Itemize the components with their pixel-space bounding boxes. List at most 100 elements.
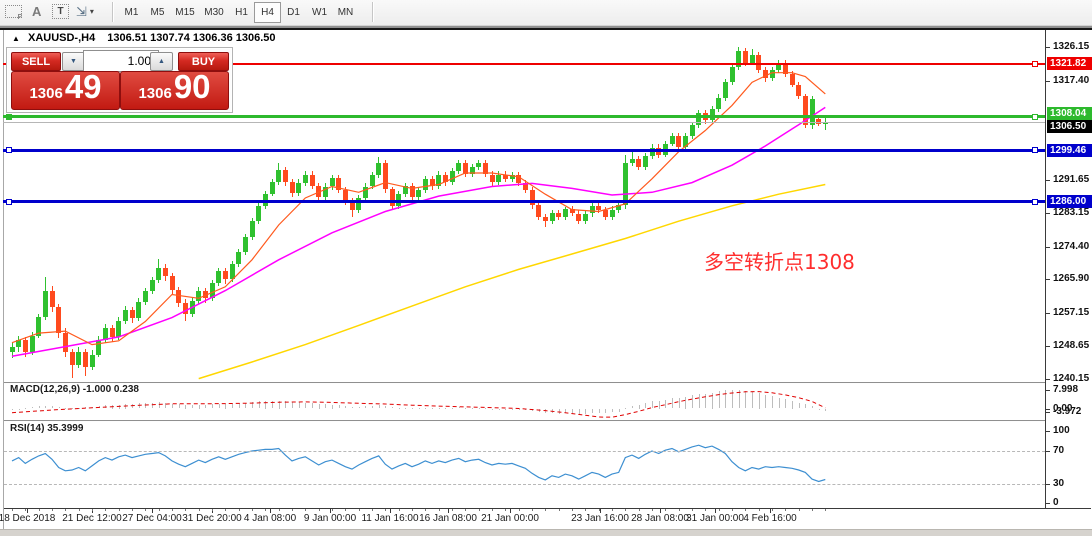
time-axis-minor-tick bbox=[119, 509, 120, 511]
candle-body bbox=[383, 163, 388, 189]
macd-histogram-bar bbox=[312, 403, 313, 408]
time-axis-minor-tick bbox=[185, 509, 186, 511]
axis-tick bbox=[1045, 180, 1050, 181]
macd-histogram-bar bbox=[145, 403, 146, 409]
macd-histogram-bar bbox=[179, 404, 180, 408]
candle-body bbox=[336, 178, 341, 189]
macd-histogram-bar bbox=[472, 408, 473, 409]
top-toolbar: F A T ⇲▾ M1 M5 M15 M30 H1 H4 D1 W1 MN bbox=[0, 0, 1092, 26]
horizontal-line-1299.46[interactable] bbox=[3, 149, 1045, 152]
volume-increase-button[interactable]: ▲ bbox=[150, 52, 173, 71]
timeframe-d1-button[interactable]: D1 bbox=[280, 2, 307, 23]
candle-body bbox=[70, 352, 75, 365]
candle-body bbox=[56, 307, 61, 333]
time-axis-minor-tick bbox=[465, 509, 466, 511]
candle-body bbox=[583, 214, 588, 221]
buy-price-display[interactable]: 1306 90 bbox=[120, 71, 229, 110]
text-label-icon[interactable]: T bbox=[52, 2, 69, 21]
candle-body bbox=[90, 355, 95, 368]
timeframe-w1-button[interactable]: W1 bbox=[306, 2, 333, 23]
candle-body bbox=[323, 187, 328, 198]
macd-histogram-bar bbox=[112, 405, 113, 409]
line-anchor-marker[interactable] bbox=[1032, 61, 1038, 67]
macd-histogram-bar bbox=[579, 409, 580, 415]
pane-separator-rsi[interactable] bbox=[4, 420, 1090, 422]
line-anchor-marker[interactable] bbox=[1032, 199, 1038, 205]
time-axis-minor-tick bbox=[39, 509, 40, 511]
candle-body bbox=[503, 175, 508, 179]
candle-body bbox=[676, 136, 681, 146]
line-anchor-marker[interactable] bbox=[1032, 147, 1038, 153]
chart-annotation-text[interactable]: 多空转折点1308 bbox=[704, 246, 855, 275]
horizontal-line-1306.5[interactable] bbox=[3, 122, 1045, 123]
macd-histogram-bar bbox=[419, 408, 420, 409]
macd-histogram-bar bbox=[332, 405, 333, 409]
time-axis-minor-tick bbox=[239, 509, 240, 511]
candle-body bbox=[130, 310, 135, 318]
candle-body bbox=[276, 170, 281, 182]
timeframe-m15-button[interactable]: M15 bbox=[170, 2, 200, 23]
macd-histogram-bar bbox=[425, 408, 426, 409]
macd-histogram-bar bbox=[92, 407, 93, 409]
draw-text-icon[interactable]: A bbox=[32, 2, 41, 21]
rsi-level-line bbox=[4, 484, 1045, 485]
candle-body bbox=[723, 82, 728, 97]
line-anchor-marker[interactable] bbox=[6, 114, 12, 120]
horizontal-line-1286[interactable] bbox=[3, 200, 1045, 203]
time-axis-line bbox=[4, 508, 1091, 509]
time-axis-minor-tick bbox=[545, 509, 546, 511]
axis-tick bbox=[1045, 279, 1050, 280]
price-axis-label: 1240.15 bbox=[1053, 373, 1089, 384]
candle-body bbox=[43, 291, 48, 317]
macd-histogram-bar bbox=[199, 405, 200, 409]
line-anchor-marker[interactable] bbox=[1032, 114, 1038, 120]
macd-histogram-bar bbox=[719, 391, 720, 408]
candle-body bbox=[10, 347, 15, 352]
macd-histogram-bar bbox=[619, 409, 620, 412]
macd-histogram-bar bbox=[272, 401, 273, 409]
toolbar-separator bbox=[112, 2, 114, 22]
candle-body bbox=[250, 221, 255, 237]
macd-histogram-bar bbox=[285, 401, 286, 408]
macd-histogram-bar bbox=[625, 408, 626, 409]
line-anchor-marker[interactable] bbox=[6, 147, 12, 153]
line-anchor-marker[interactable] bbox=[6, 199, 12, 205]
pane-separator-macd[interactable] bbox=[4, 382, 1090, 384]
macd-histogram-bar bbox=[545, 409, 546, 414]
sell-button[interactable]: SELL bbox=[11, 52, 61, 71]
timeframe-mn-button[interactable]: MN bbox=[332, 2, 359, 23]
time-axis-minor-tick bbox=[305, 509, 306, 511]
horizontal-line-1308.04[interactable] bbox=[3, 115, 1045, 118]
macd-histogram-bar bbox=[139, 403, 140, 408]
timeframe-h4-button[interactable]: H4 bbox=[254, 2, 281, 23]
time-axis-minor-tick bbox=[585, 509, 586, 511]
time-axis-label: 21 Jan 00:00 bbox=[481, 513, 539, 524]
candle-body bbox=[543, 217, 548, 221]
price-axis-label: 1283.15 bbox=[1053, 207, 1089, 218]
candle-body bbox=[210, 283, 215, 298]
collapse-triangle-icon[interactable]: ▲ bbox=[12, 34, 20, 43]
macd-histogram-bar bbox=[239, 403, 240, 408]
candle-body bbox=[603, 210, 608, 217]
macd-histogram-bar bbox=[399, 408, 400, 409]
time-axis-minor-tick bbox=[279, 509, 280, 511]
macd-histogram-bar bbox=[492, 409, 493, 410]
macd-histogram-bar bbox=[352, 407, 353, 409]
arrows-tool-icon[interactable]: ⇲▾ bbox=[76, 2, 94, 21]
timeframe-h1-button[interactable]: H1 bbox=[228, 2, 255, 23]
candle-body bbox=[590, 206, 595, 214]
macd-histogram-bar bbox=[699, 394, 700, 409]
macd-histogram-bar bbox=[585, 409, 586, 414]
sell-price-display[interactable]: 1306 49 bbox=[11, 71, 120, 110]
crosshair-pointer-icon[interactable]: F bbox=[5, 2, 22, 21]
time-axis-minor-tick bbox=[25, 509, 26, 511]
time-axis-label: 18 Dec 2018 bbox=[0, 513, 55, 524]
timeframe-m5-button[interactable]: M5 bbox=[144, 2, 171, 23]
timeframe-m30-button[interactable]: M30 bbox=[199, 2, 229, 23]
sell-price-small: 1306 bbox=[29, 85, 62, 102]
candle-body bbox=[450, 171, 455, 182]
macd-histogram-bar bbox=[479, 408, 480, 409]
candle-body bbox=[96, 340, 101, 354]
timeframe-m1-button[interactable]: M1 bbox=[118, 2, 145, 23]
macd-axis-label: 7.998 bbox=[1053, 384, 1078, 395]
